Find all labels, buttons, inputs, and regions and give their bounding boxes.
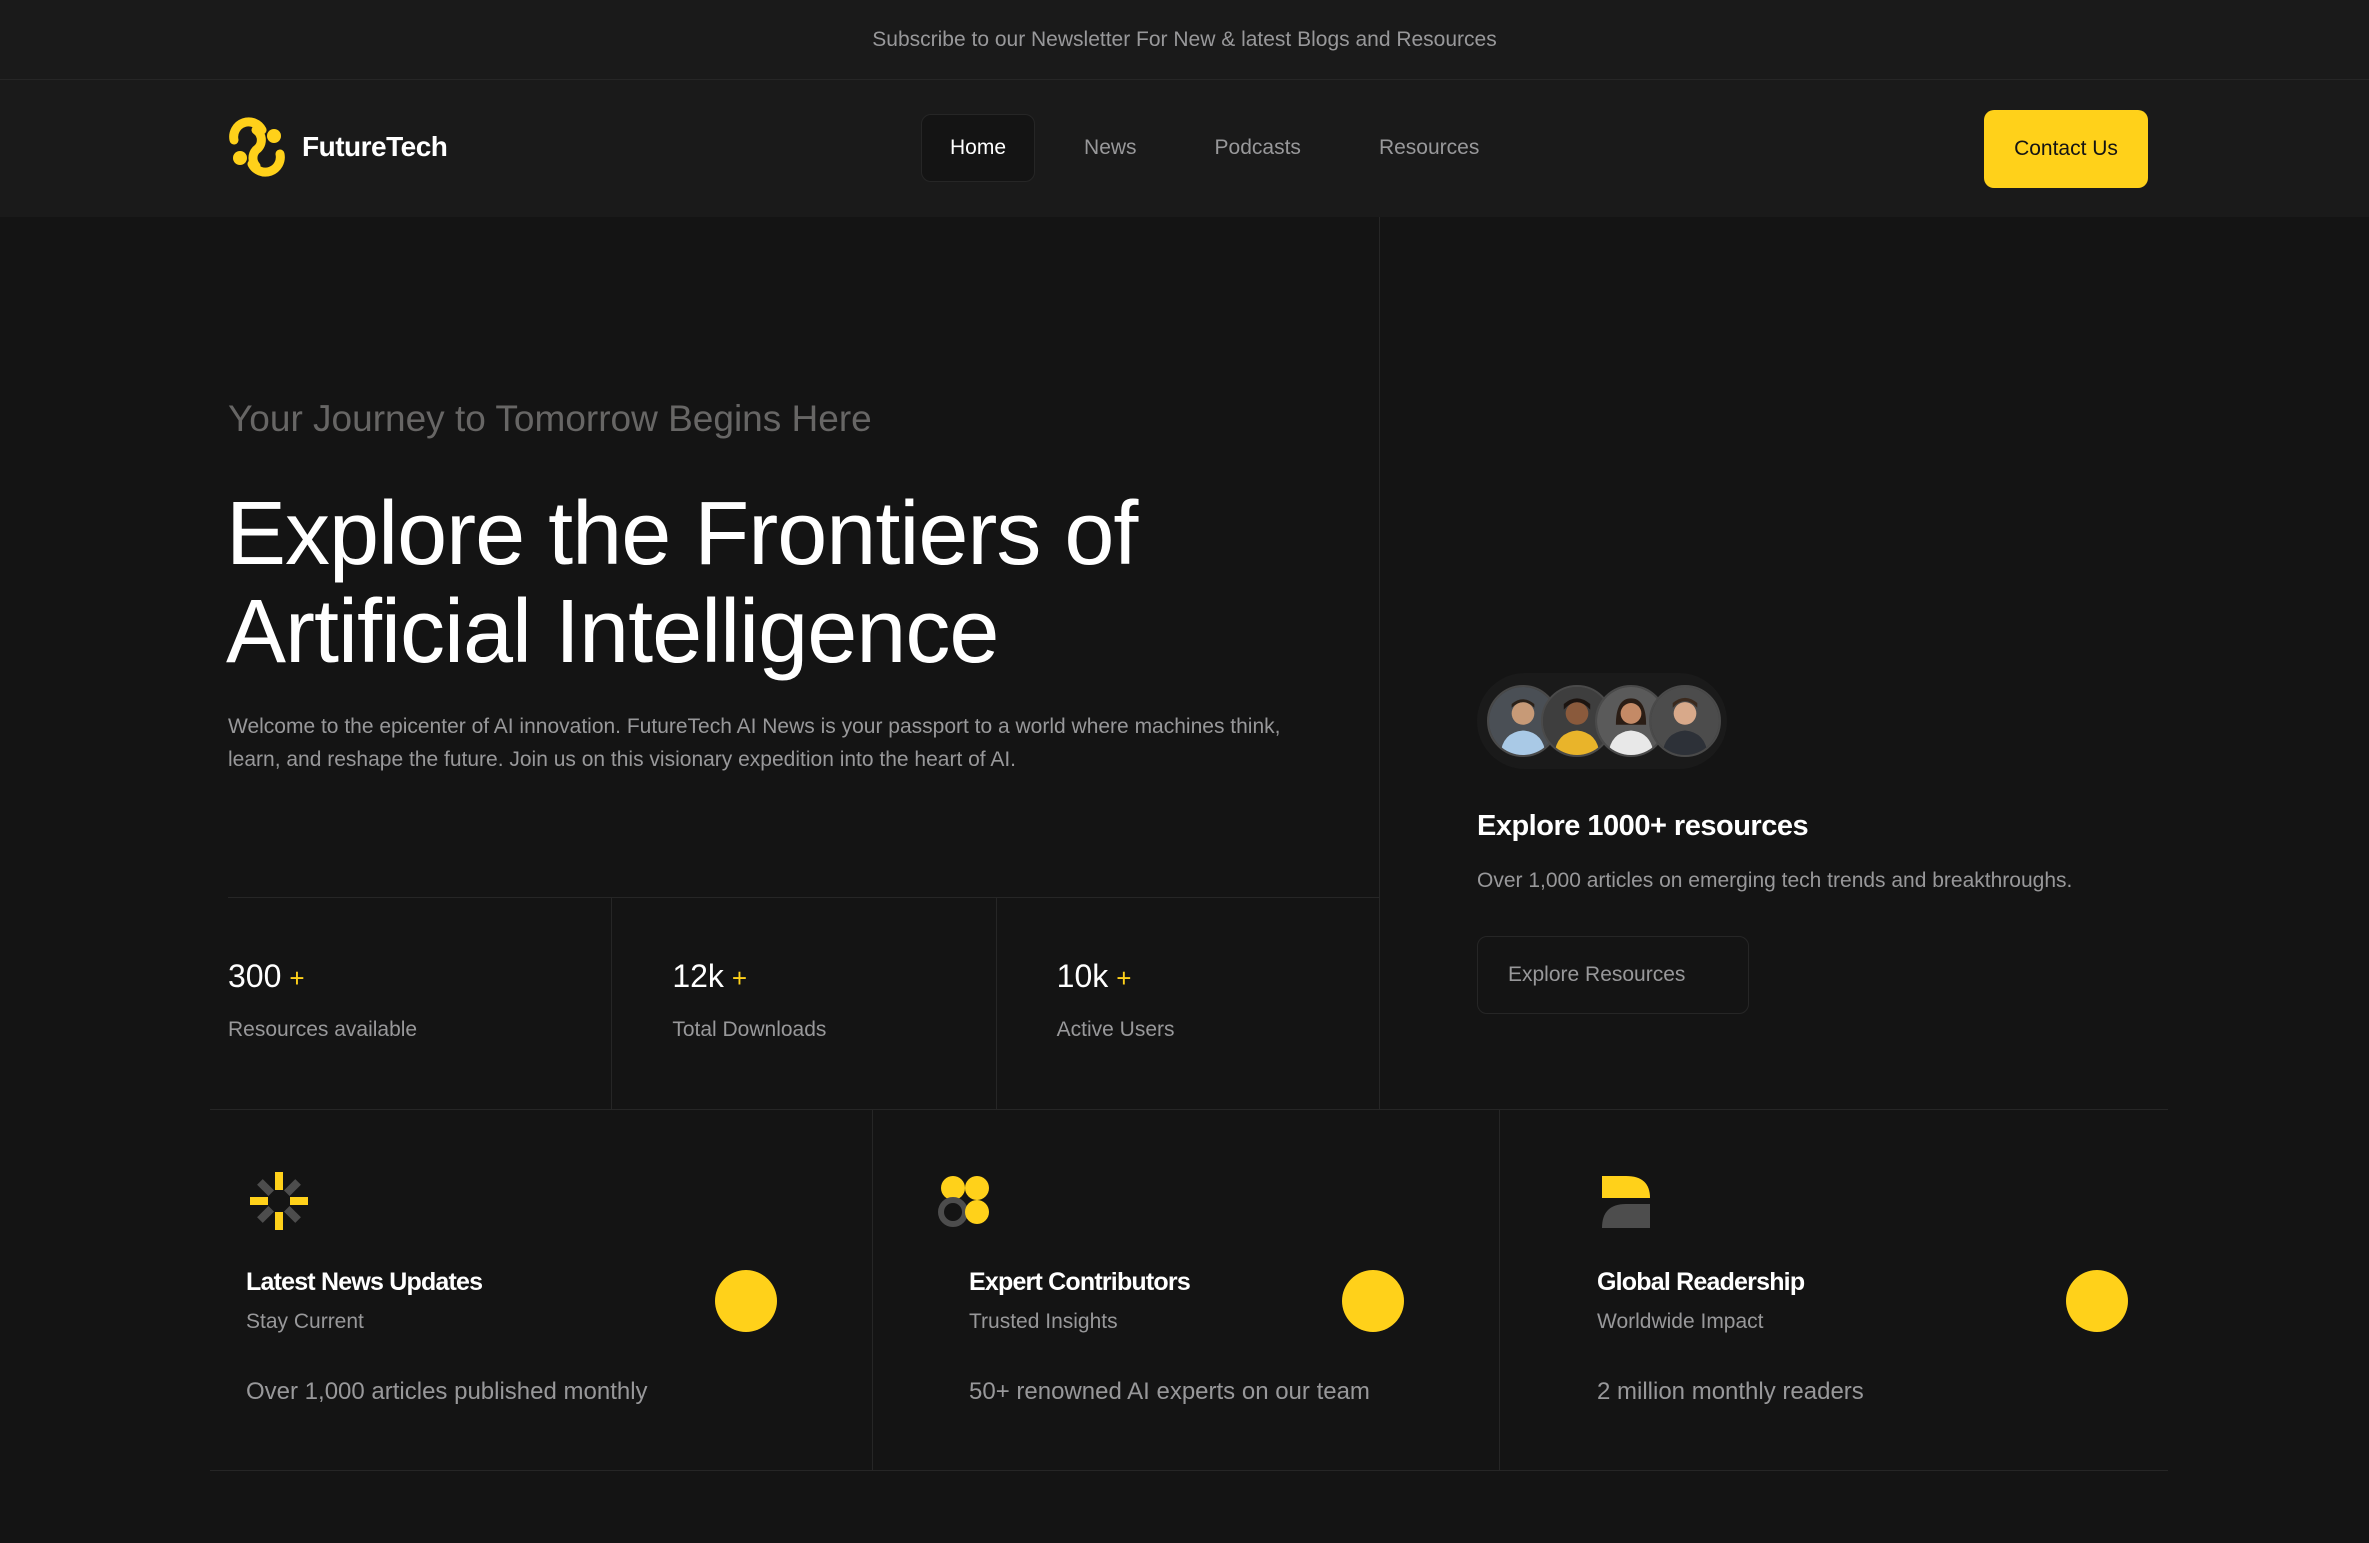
features-row: Latest News Updates Stay Current Over 1,… [210, 1109, 2168, 1471]
four-circles-icon [938, 1176, 989, 1227]
nav-item-news[interactable]: News [1055, 114, 1166, 182]
stat-resources: 300 + Resources available [228, 898, 613, 1110]
newsletter-banner: Subscribe to our Newsletter For New & la… [0, 0, 2369, 80]
stat-label: Resources available [228, 1018, 418, 1041]
hero-description: Welcome to the epicenter of AI innovatio… [228, 715, 1281, 771]
contact-us-button[interactable]: Contact Us [1984, 110, 2148, 188]
nav-item-podcasts[interactable]: Podcasts [1186, 114, 1330, 182]
explore-resources-button[interactable]: Explore Resources [1477, 936, 1749, 1014]
stat-value: 10k + [1057, 958, 1132, 995]
futuretech-logo-icon [229, 117, 285, 177]
newsletter-banner-text: Subscribe to our Newsletter For New & la… [872, 27, 1497, 51]
feature-latest-news: Latest News Updates Stay Current Over 1,… [210, 1110, 873, 1470]
stat-number: 10k [1056, 958, 1109, 994]
stat-number: 12k [672, 958, 724, 994]
feature-arrow-button[interactable] [2066, 1270, 2128, 1332]
feature-expert-contributors: Expert Contributors Trusted Insights 50+… [873, 1110, 1500, 1470]
resources-card: Explore 1000+ resources Over 1,000 artic… [1381, 217, 2369, 1110]
feature-title: Expert Contributors [969, 1268, 1191, 1296]
feature-arrow-button[interactable] [715, 1270, 777, 1332]
person-avatar-icon [1651, 687, 1719, 755]
resources-title: Explore 1000+ resources [1477, 810, 1809, 842]
hero-subtitle: Your Journey to Tomorrow Begins Here [228, 398, 872, 439]
nav-item-resources[interactable]: Resources [1350, 114, 1508, 182]
feature-subtitle: Worldwide Impact [1597, 1310, 1764, 1333]
feature-subtitle: Stay Current [246, 1310, 364, 1333]
feature-global-readership: Global Readership Worldwide Impact 2 mil… [1500, 1110, 2168, 1470]
stat-number: 300 [228, 958, 282, 994]
main-navbar: FutureTech Home News Podcasts Resources … [0, 80, 2369, 217]
feature-title: Global Readership [1597, 1268, 1805, 1296]
half-leaf-icon [1602, 1176, 1650, 1228]
hero-section: Your Journey to Tomorrow Begins Here Exp… [0, 217, 1380, 1110]
asterisk-burst-icon [250, 1172, 308, 1230]
feature-description: 2 million monthly readers [1597, 1378, 1864, 1405]
primary-nav: Home News Podcasts Resources [921, 114, 1528, 182]
feature-subtitle: Trusted Insights [969, 1310, 1118, 1333]
plus-icon: + [289, 963, 305, 993]
stat-value: 12k + [672, 958, 747, 995]
nav-item-home[interactable]: Home [921, 114, 1036, 182]
plus-icon: + [731, 963, 748, 993]
stat-users: 10k + Active Users [997, 898, 1380, 1110]
stat-label: Active Users [1056, 1018, 1175, 1041]
logo-text: FutureTech [302, 131, 448, 162]
stat-value: 300 + [228, 958, 305, 995]
hero-title: Explore the Frontiers of Artificial Inte… [226, 485, 1326, 681]
avatar [1649, 685, 1721, 757]
stat-label: Total Downloads [672, 1018, 827, 1041]
hero-title-line-2: Artificial Intelligence [226, 582, 999, 682]
stats-row: 300 + Resources available 12k + Total Down… [228, 897, 1380, 1110]
feature-arrow-button[interactable] [1342, 1270, 1404, 1332]
avatar-group [1477, 673, 1727, 769]
feature-title: Latest News Updates [246, 1268, 483, 1296]
feature-description: Over 1,000 articles published monthly [246, 1378, 648, 1405]
feature-description: 50+ renowned AI experts on our team [969, 1378, 1370, 1405]
logo[interactable]: FutureTech [226, 116, 448, 178]
hero-title-line-1: Explore the Frontiers of [226, 484, 1138, 584]
stat-downloads: 12k + Total Downloads [612, 898, 997, 1110]
plus-icon: + [1116, 963, 1132, 993]
resources-description: Over 1,000 articles on emerging tech tre… [1477, 869, 2073, 892]
